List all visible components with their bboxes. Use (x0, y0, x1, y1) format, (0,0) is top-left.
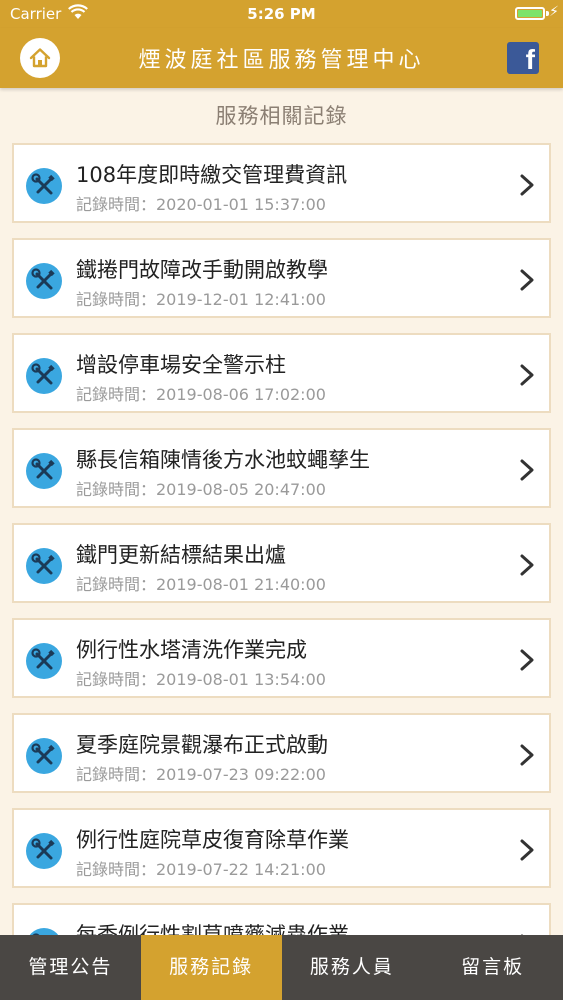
record-list: 108年度即時繳交管理費資訊記錄時間：2020-01-01 15:37:00 鐵捲… (12, 143, 551, 998)
chevron-right-icon (515, 551, 539, 579)
tab-0[interactable]: 管理公告 (0, 935, 141, 1000)
record-title: 縣長信箱陳情後方水池蚊蠅孳生 (76, 448, 370, 472)
chevron-right-icon (515, 741, 539, 769)
tools-icon (26, 738, 62, 774)
record-time: 記錄時間：2019-08-01 21:40:00 (76, 575, 326, 594)
chevron-right-icon (515, 361, 539, 389)
chevron-right-icon (515, 646, 539, 674)
tools-icon (26, 643, 62, 679)
list-item[interactable]: 縣長信箱陳情後方水池蚊蠅孳生記錄時間：2019-08-05 20:47:00 (12, 428, 551, 508)
tools-icon (26, 263, 62, 299)
tab-2[interactable]: 服務人員 (282, 935, 423, 1000)
tools-icon (26, 833, 62, 869)
record-title: 夏季庭院景觀瀑布正式啟動 (76, 733, 328, 757)
list-item[interactable]: 夏季庭院景觀瀑布正式啟動記錄時間：2019-07-23 09:22:00 (12, 713, 551, 793)
list-item[interactable]: 例行性庭院草皮復育除草作業記錄時間：2019-07-22 14:21:00 (12, 808, 551, 888)
record-title: 例行性水塔清洗作業完成 (76, 638, 307, 662)
tools-icon (26, 548, 62, 584)
record-time: 記錄時間：2019-08-05 20:47:00 (76, 480, 326, 499)
record-title: 108年度即時繳交管理費資訊 (76, 163, 348, 187)
nav-bar: 煙波庭社區服務管理中心 f (0, 28, 563, 88)
record-title: 鐵捲門故障改手動開啟教學 (76, 258, 328, 282)
list-item[interactable]: 鐵門更新結標結果出爐記錄時間：2019-08-01 21:40:00 (12, 523, 551, 603)
status-bar: Carrier 5:26 PM ⚡ (0, 0, 563, 28)
tab-bar: 管理公告 服務記錄 服務人員 留言板 (0, 935, 563, 1000)
section-title: 服務相關記錄 (215, 104, 348, 128)
list-item[interactable]: 鐵捲門故障改手動開啟教學記錄時間：2019-12-01 12:41:00 (12, 238, 551, 318)
tools-icon (26, 453, 62, 489)
home-icon[interactable] (20, 38, 60, 78)
chevron-right-icon (515, 171, 539, 199)
record-time: 記錄時間：2019-08-01 13:54:00 (76, 670, 326, 689)
record-title: 例行性庭院草皮復育除草作業 (76, 828, 349, 852)
list-item[interactable]: 108年度即時繳交管理費資訊記錄時間：2020-01-01 15:37:00 (12, 143, 551, 223)
facebook-icon[interactable]: f (507, 42, 539, 74)
tools-icon (26, 358, 62, 394)
record-time: 記錄時間：2019-07-23 09:22:00 (76, 765, 326, 784)
tab-1[interactable]: 服務記錄 (140, 935, 282, 1000)
page-title: 煙波庭社區服務管理中心 (138, 48, 425, 73)
facebook-glyph: f (525, 44, 535, 74)
list-item[interactable]: 增設停車場安全警示柱記錄時間：2019-08-06 17:02:00 (12, 333, 551, 413)
record-title: 鐵門更新結標結果出爐 (76, 543, 286, 567)
chevron-right-icon (515, 456, 539, 484)
record-time: 記錄時間：2019-07-22 14:21:00 (76, 860, 326, 879)
record-time: 記錄時間：2019-12-01 12:41:00 (76, 290, 326, 309)
tab-3[interactable]: 留言板 (422, 935, 563, 1000)
status-time: 5:26 PM (247, 5, 316, 23)
chevron-right-icon (515, 266, 539, 294)
tools-icon (26, 168, 62, 204)
record-title: 增設停車場安全警示柱 (76, 353, 286, 377)
record-time: 記錄時間：2020-01-01 15:37:00 (76, 195, 326, 214)
list-item[interactable]: 例行性水塔清洗作業完成記錄時間：2019-08-01 13:54:00 (12, 618, 551, 698)
record-time: 記錄時間：2019-08-06 17:02:00 (76, 385, 326, 404)
chevron-right-icon (515, 836, 539, 864)
battery-icon (515, 7, 545, 20)
charging-icon: ⚡ (549, 4, 559, 20)
